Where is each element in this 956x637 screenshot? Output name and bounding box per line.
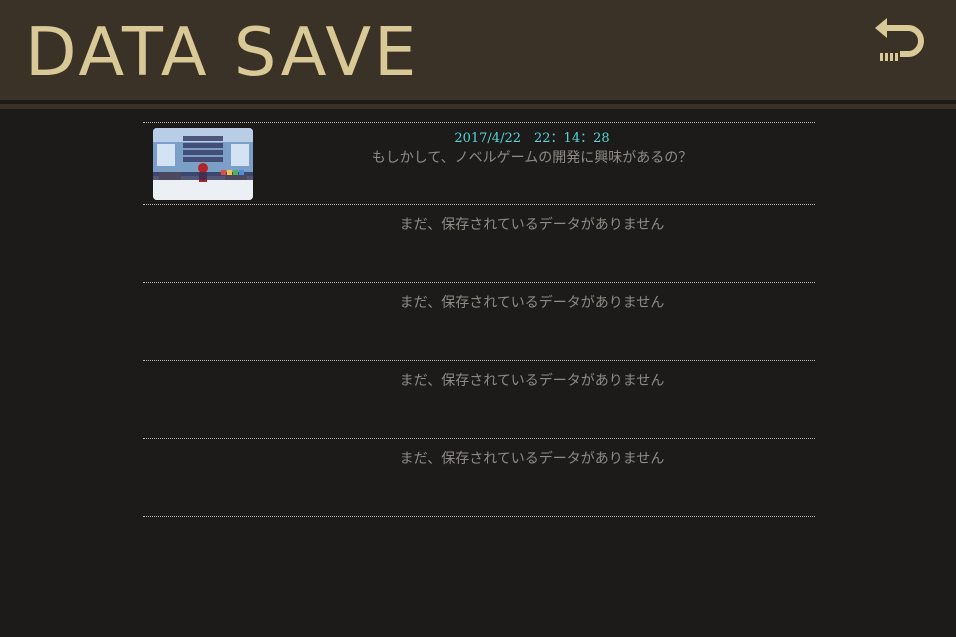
header-bar: DATA SAVE (0, 0, 956, 100)
save-slot-3[interactable]: まだ、保存されているデータがありません (143, 282, 815, 360)
save-slot-1[interactable]: 2017/4/22 22：14：28 もしかして、ノベルゲームの開発に興味がある… (143, 122, 815, 204)
page-title: DATA SAVE (25, 13, 420, 91)
return-arrow-icon (875, 18, 924, 61)
save-slot-5[interactable]: まだ、保存されているデータがありません (143, 438, 815, 516)
save-slot-2[interactable]: まだ、保存されているデータがありません (143, 204, 815, 282)
save-slot-list: 2017/4/22 22：14：28 もしかして、ノベルゲームの開発に興味がある… (143, 122, 815, 517)
save-slot-text: もしかして、ノベルゲームの開発に興味があるの？ (371, 150, 693, 166)
save-slot-text: まだ、保存されているデータがありません (399, 451, 665, 467)
save-slot-4[interactable]: まだ、保存されているデータがありません (143, 360, 815, 438)
save-slot-text: まだ、保存されているデータがありません (399, 373, 665, 389)
slot-list-divider (143, 516, 815, 517)
save-slot-text: まだ、保存されているデータがありません (399, 295, 665, 311)
save-screen: DATA SAVE 2017/4/22 22：14：28 もしかして、ノベルゲー… (0, 0, 956, 637)
back-button[interactable] (872, 16, 926, 66)
save-slot-text: まだ、保存されているデータがありません (399, 217, 665, 233)
save-slot-timestamp: 2017/4/22 22：14：28 (454, 131, 610, 146)
header-divider-accent (0, 104, 956, 109)
